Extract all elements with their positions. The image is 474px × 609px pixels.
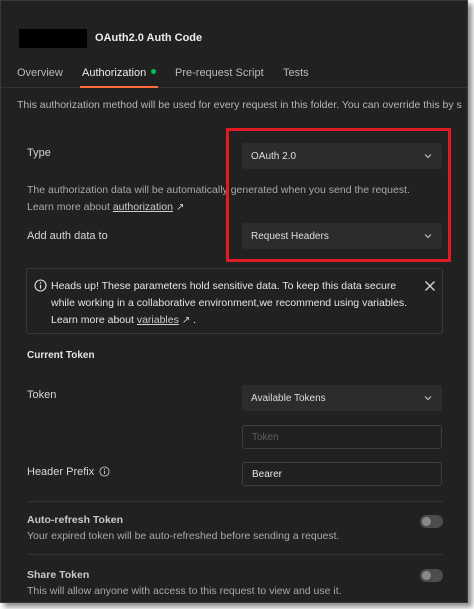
header-prefix-input[interactable]: Bearer <box>242 462 442 486</box>
add-auth-label: Add auth data to <box>27 230 108 242</box>
available-tokens-value: Available Tokens <box>251 392 326 404</box>
auto-refresh-toggle[interactable] <box>420 515 443 528</box>
info-icon <box>99 466 110 480</box>
authorization-link[interactable]: authorization <box>113 201 173 213</box>
highlight-box <box>226 128 451 262</box>
sensitive-data-alert: Heads up! These parameters hold sensitiv… <box>26 268 443 334</box>
status-dot-icon <box>151 69 157 74</box>
token-input[interactable]: Token <box>242 425 442 449</box>
external-link-icon: ↗ <box>181 315 191 326</box>
redacted-block <box>19 29 87 48</box>
info-text: This authorization method will be used f… <box>17 99 462 111</box>
close-icon[interactable] <box>424 280 436 292</box>
auto-refresh-description: Your expired token will be auto-refreshe… <box>27 530 340 542</box>
alert-suffix: . <box>193 314 197 326</box>
toggle-knob <box>422 571 431 580</box>
divider <box>27 554 443 555</box>
type-label: Type <box>27 147 51 159</box>
current-token-heading: Current Token <box>27 350 95 361</box>
share-token-toggle[interactable] <box>420 569 443 582</box>
auth-learn-more: Learn more about authorization ↗ <box>27 201 184 213</box>
alert-line-2: while working in a collaborative environ… <box>51 297 408 309</box>
header-prefix-value: Bearer <box>252 468 283 480</box>
alert-line-1: Heads up! These parameters hold sensitiv… <box>51 280 397 292</box>
tab-bar: Overview Authorization Pre-request Scrip… <box>1 61 467 88</box>
external-link-icon: ↗ <box>175 202 185 213</box>
info-icon <box>34 279 47 292</box>
share-token-description: This will allow anyone with access to th… <box>27 585 342 597</box>
variables-link[interactable]: variables <box>137 314 179 326</box>
header-prefix-label: Header Prefix <box>27 466 95 478</box>
tab-overview[interactable]: Overview <box>17 67 63 79</box>
header-prefix-label-row: Header Prefix <box>27 466 110 480</box>
folder-title: OAuth2.0 Auth Code <box>95 32 203 44</box>
chevron-down-icon <box>424 394 432 402</box>
tab-tests[interactable]: Tests <box>283 67 309 79</box>
tab-authorization[interactable]: Authorization <box>82 67 157 79</box>
active-tab-indicator <box>80 86 158 88</box>
divider <box>27 501 443 502</box>
toggle-knob <box>422 517 431 526</box>
available-tokens-select[interactable]: Available Tokens <box>242 385 442 411</box>
auth-learn-prefix: Learn more about <box>27 201 110 213</box>
alert-line-3: Learn more about variables ↗ . <box>51 312 421 329</box>
tab-pre-request-script[interactable]: Pre-request Script <box>175 67 264 79</box>
auth-settings-panel: OAuth2.0 Auth Code Overview Authorizatio… <box>0 0 468 603</box>
auto-refresh-title: Auto-refresh Token <box>27 514 124 526</box>
alert-text: Heads up! These parameters hold sensitiv… <box>51 278 421 329</box>
share-token-title: Share Token <box>27 569 90 581</box>
token-label: Token <box>27 389 57 401</box>
token-input-placeholder: Token <box>252 431 279 443</box>
tab-authorization-label: Authorization <box>82 67 147 79</box>
alert-learn-prefix: Learn more about <box>51 314 134 326</box>
